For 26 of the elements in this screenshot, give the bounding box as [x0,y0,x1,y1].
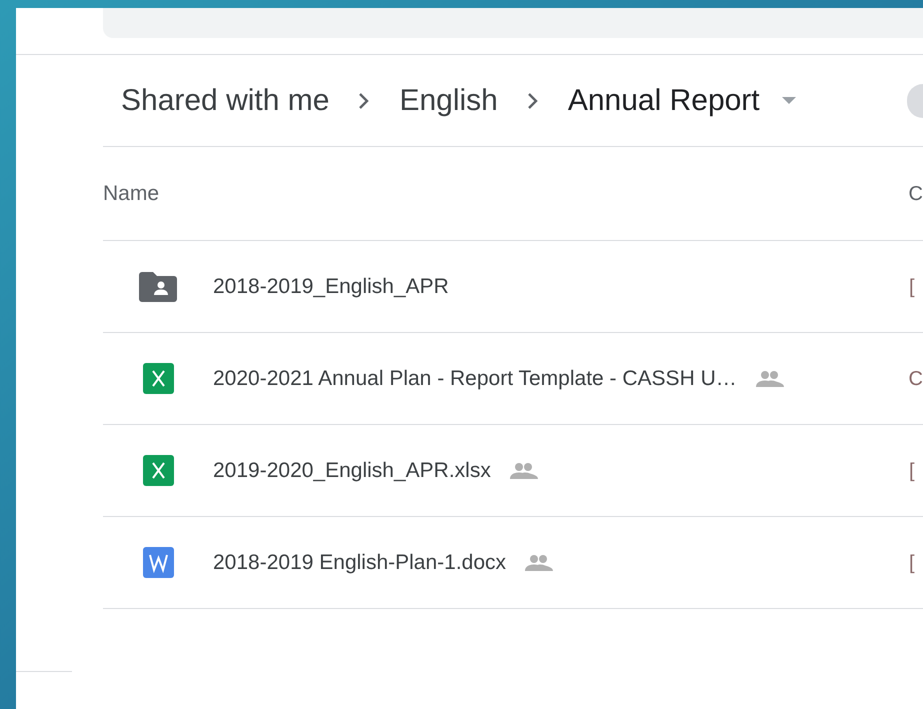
chevron-right-icon [357,90,372,110]
file-row[interactable]: 2020-2021 Annual Plan - Report Template - CASSH U… C [103,333,923,425]
file-name: 2019-2020_English_APR.xlsx [213,458,491,484]
search-bar[interactable] [103,8,923,38]
file-row[interactable]: 2019-2020_English_APR.xlsx [ [103,425,923,517]
file-name: 2018-2019 English-Plan-1.docx [213,550,506,576]
avatar[interactable] [907,84,923,118]
spreadsheet-icon [142,363,174,394]
spreadsheet-icon [142,455,174,486]
breadcrumb-link[interactable]: Shared with me [121,78,330,123]
file-name: 2018-2019_English_APR [213,274,449,300]
table-cell-text: [ [909,550,915,576]
document-icon [142,547,174,578]
file-row[interactable]: 2018-2019_English_APR [ [103,241,923,333]
shared-folder-icon [139,272,177,302]
current-folder-button[interactable]: Annual Report [568,78,796,123]
column-header[interactable]: Name [103,178,909,210]
column-header[interactable]: C [908,178,923,208]
table-cell-text: C [908,366,923,392]
table-cell-text: [ [909,458,915,484]
dropdown-caret-icon [782,96,796,104]
breadcrumb-link[interactable]: English [399,78,498,123]
table-cell-text: [ [909,274,915,300]
file-row[interactable]: 2018-2019 English-Plan-1.docx [ [103,517,923,609]
chevron-right-icon [526,90,540,110]
file-name: 2020-2021 Annual Plan - Report Template - CASSH U… [213,366,737,392]
